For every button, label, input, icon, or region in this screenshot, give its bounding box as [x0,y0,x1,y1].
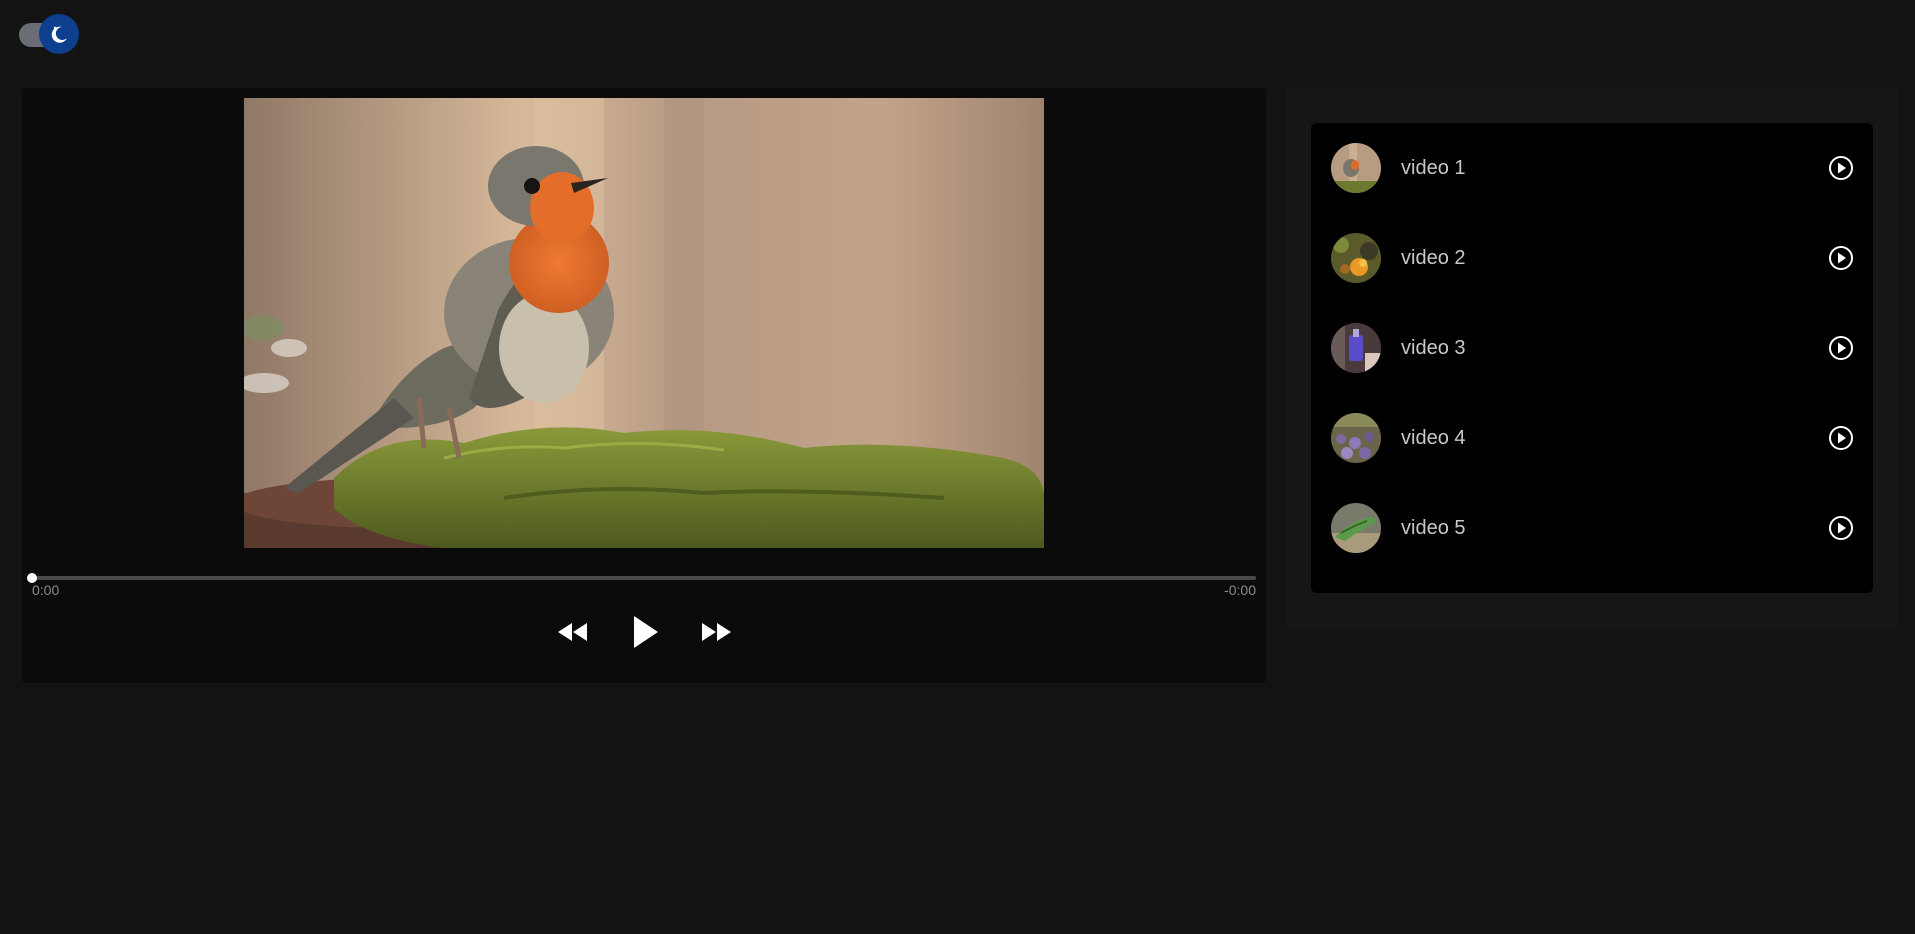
progress-track [32,576,1256,580]
play-circle-icon[interactable] [1828,515,1854,541]
playlist-item-label: video 4 [1401,427,1466,449]
play-icon [630,614,660,655]
playlist-item-label: video 3 [1401,337,1466,359]
purple-bottle-thumbnail [1331,323,1381,373]
play-circle-icon[interactable] [1828,155,1854,181]
playlist-item[interactable]: video 3 [1311,303,1873,393]
orange-flowers-thumbnail [1331,233,1381,283]
progress-bar[interactable] [27,570,1256,586]
rewind-button[interactable] [552,614,592,654]
play-circle-icon[interactable] [1828,245,1854,271]
play-circle-icon[interactable] [1828,425,1854,451]
playlist-item[interactable]: video 5 [1311,483,1873,573]
playlist-item[interactable]: video 4 [1311,393,1873,483]
playlist-item[interactable]: video 2 [1311,213,1873,303]
theme-toggle[interactable] [19,14,79,54]
playlist-item[interactable]: video 1 [1311,123,1873,213]
playlist-item-label: video 1 [1401,157,1466,179]
fast-forward-button[interactable] [697,614,737,654]
playlist-item-label: video 5 [1401,517,1466,539]
remaining-time: -0:00 [1224,582,1256,598]
playlist: video 1 video 2 video 3 video 4 video 5 [1311,123,1873,593]
playlist-item-label: video 2 [1401,247,1466,269]
video-display[interactable] [244,98,1044,548]
lavender-field-thumbnail [1331,413,1381,463]
robin-thumbnail [1331,143,1381,193]
green-lizard-thumbnail [1331,503,1381,553]
play-button[interactable] [625,614,665,654]
playlist-panel: video 1 video 2 video 3 video 4 video 5 [1286,88,1898,630]
moon-icon [39,14,79,54]
play-circle-icon[interactable] [1828,335,1854,361]
video-player: 0:00 -0:00 [22,88,1266,683]
current-time: 0:00 [32,582,60,598]
fast-forward-icon [700,621,734,648]
rewind-icon [555,621,589,648]
playback-controls [22,614,1266,654]
